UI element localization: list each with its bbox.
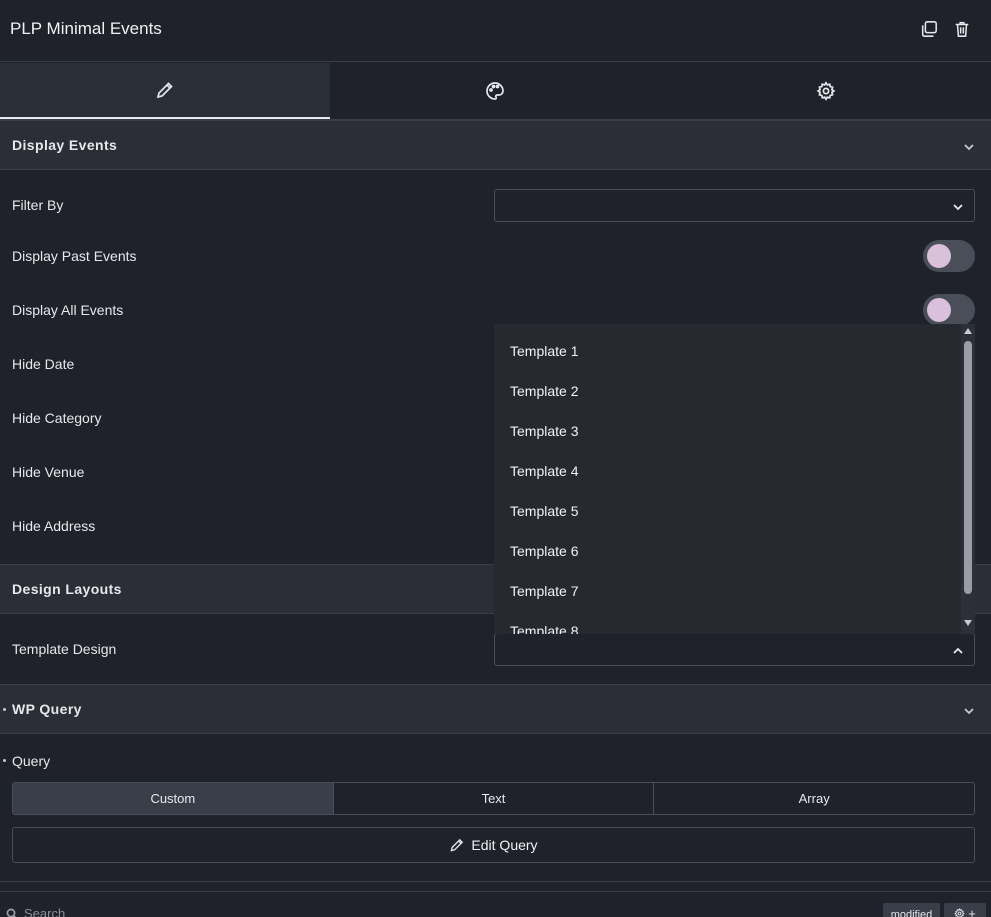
template-design-label: Template Design (12, 641, 117, 657)
dropdown-option[interactable]: Template 7 (510, 583, 578, 599)
section-title: Display Events (12, 137, 118, 153)
toggle-knob (927, 244, 951, 268)
dropdown-scrollbar[interactable] (961, 324, 975, 634)
template-dropdown-list: Template 1 Template 2 Template 3 Templat… (494, 324, 975, 634)
section-title: Design Layouts (12, 581, 122, 597)
query-mode-custom[interactable]: Custom (13, 783, 334, 814)
section-title: WP Query (12, 701, 82, 717)
dropdown-option[interactable]: Template 6 (510, 543, 578, 559)
pencil-icon (156, 82, 173, 99)
panel-header: PLP Minimal Events (0, 0, 991, 62)
tab-advanced[interactable] (660, 63, 991, 119)
gear-icon (954, 907, 965, 917)
chevron-down-icon (963, 140, 975, 152)
panel-tabs (0, 63, 991, 120)
modified-dot (3, 708, 6, 711)
display-all-events-toggle[interactable] (923, 294, 975, 326)
divider (0, 881, 991, 882)
search-input[interactable] (24, 906, 224, 917)
pencil-icon (450, 838, 464, 852)
chevron-down-icon (963, 704, 975, 716)
dropdown-option[interactable]: Template 1 (510, 343, 578, 359)
dropdown-option[interactable]: Template 8 (510, 623, 578, 634)
duplicate-icon[interactable] (920, 19, 938, 39)
display-past-events-toggle[interactable] (923, 240, 975, 272)
display-all-events-label: Display All Events (12, 302, 124, 318)
query-mode-text[interactable]: Text (334, 783, 655, 814)
query-mode-switcher: Custom Text Array (12, 782, 975, 815)
scrollbar-thumb[interactable] (964, 341, 972, 594)
dropdown-option[interactable]: Template 4 (510, 463, 578, 479)
template-design-select[interactable] (494, 633, 975, 666)
search-icon (6, 908, 17, 917)
chevron-up-icon (952, 644, 964, 656)
toggle-knob (927, 298, 951, 322)
divider (0, 891, 991, 892)
chevron-down-icon (952, 200, 964, 212)
dropdown-option[interactable]: Template 5 (510, 503, 578, 519)
display-past-events-label: Display Past Events (12, 248, 137, 264)
modified-badge: modified (883, 903, 940, 917)
settings-add-button[interactable]: + (944, 903, 986, 917)
query-label: Query (12, 753, 51, 769)
hide-category-label: Hide Category (12, 410, 102, 426)
edit-query-button[interactable]: Edit Query (12, 827, 975, 863)
palette-icon (486, 82, 505, 100)
trash-icon[interactable] (953, 19, 971, 39)
query-mode-array[interactable]: Array (654, 783, 974, 814)
hide-address-label: Hide Address (12, 518, 96, 534)
header-actions (920, 19, 971, 39)
dropdown-option[interactable]: Template 3 (510, 423, 578, 439)
hide-date-label: Hide Date (12, 356, 75, 372)
filter-by-label: Filter By (12, 197, 64, 213)
tab-content[interactable] (0, 63, 331, 119)
hide-venue-label: Hide Venue (12, 464, 85, 480)
edit-query-label: Edit Query (471, 837, 538, 853)
filter-by-select[interactable] (494, 189, 975, 222)
plus-icon: + (968, 905, 976, 917)
footer-search (6, 906, 224, 917)
dropdown-option[interactable]: Template 2 (510, 383, 578, 399)
section-display-events[interactable]: Display Events (0, 120, 991, 170)
scroll-down-icon[interactable] (964, 620, 972, 626)
tab-style[interactable] (330, 63, 661, 119)
section-wp-query[interactable]: WP Query (0, 684, 991, 734)
panel-title: PLP Minimal Events (10, 19, 162, 38)
gear-icon (816, 81, 836, 101)
modified-dot (3, 759, 6, 762)
scroll-up-icon[interactable] (964, 328, 972, 334)
